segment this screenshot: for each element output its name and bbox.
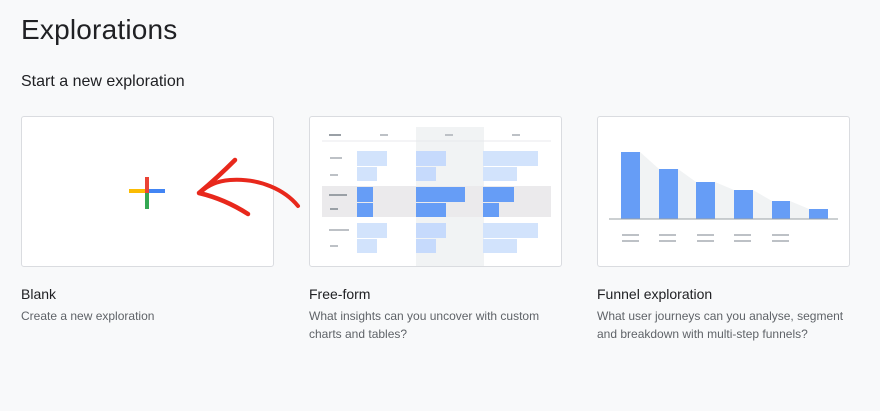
annotation-arrow-icon: [196, 157, 300, 217]
funnel-exploration-card[interactable]: [597, 116, 850, 267]
funnel-preview-icon: [609, 152, 838, 242]
page-title: Explorations: [21, 14, 178, 45]
funnel-card-description: What user journeys can you analyse, segm…: [597, 309, 844, 341]
explorations-page: Explorations Start a new exploration Bla…: [0, 0, 880, 411]
section-title: Start a new exploration: [21, 73, 185, 90]
freeform-card-label: Free-form: [309, 286, 371, 302]
table-preview-icon: [322, 127, 551, 266]
freeform-exploration-card[interactable]: [309, 116, 562, 267]
funnel-card-label: Funnel exploration: [597, 286, 713, 302]
blank-card-label: Blank: [21, 286, 57, 302]
freeform-card-description: What insights can you uncover with custo…: [309, 309, 540, 341]
blank-card-description: Create a new exploration: [21, 309, 155, 323]
